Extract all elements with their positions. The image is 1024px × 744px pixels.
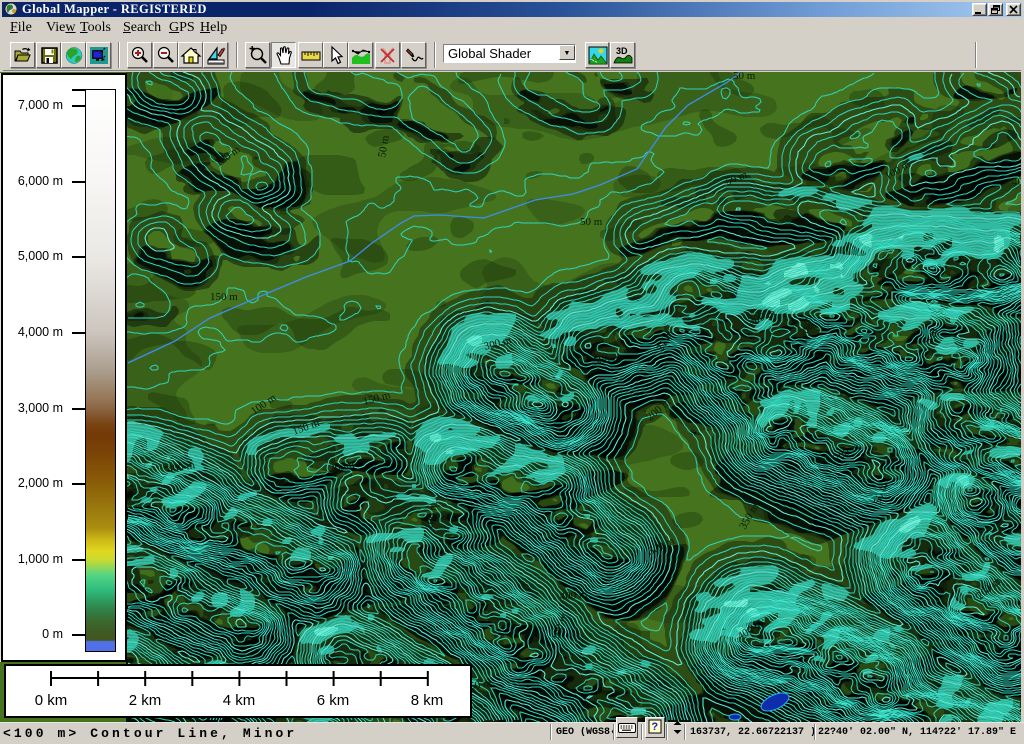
svg-text:3D: 3D xyxy=(616,46,628,56)
svg-text:?: ? xyxy=(652,722,659,734)
svg-text:150 m: 150 m xyxy=(210,291,238,303)
svg-text:50 m: 50 m xyxy=(580,216,603,228)
svg-text:400: 400 xyxy=(1012,176,1021,188)
svg-text:400 m: 400 m xyxy=(559,589,588,603)
svg-text:50 m: 50 m xyxy=(733,72,756,82)
